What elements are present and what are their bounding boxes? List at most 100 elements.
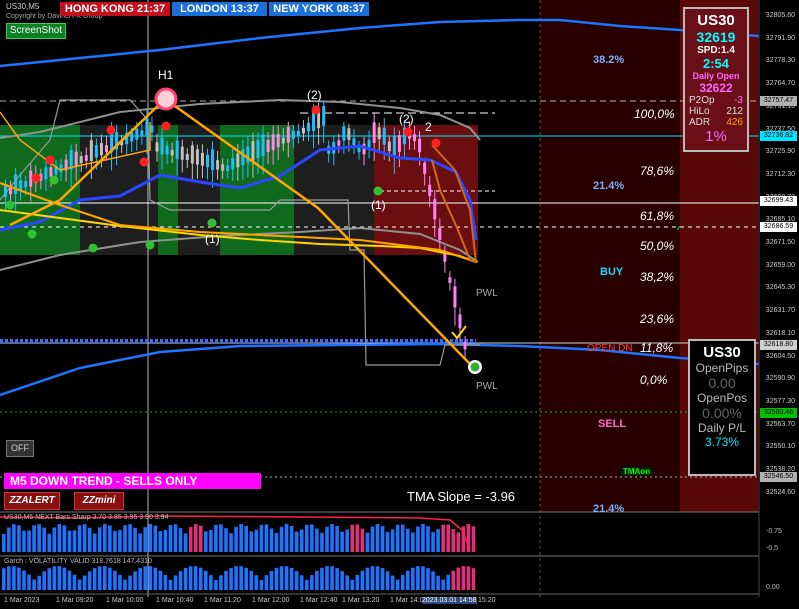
candle-body (458, 314, 462, 329)
volatility-bar (330, 566, 334, 590)
histogram-bar (22, 530, 26, 552)
volatility-bar (2, 568, 6, 590)
histogram-bar (42, 527, 46, 552)
info-row-label: HiLo (689, 106, 710, 117)
info-row-label: P2Op (689, 95, 715, 106)
info-countdown: 2:54 (702, 56, 730, 71)
histogram-bar (113, 530, 117, 552)
info-row-value: 212 (726, 106, 743, 117)
volatility-bar (395, 579, 400, 590)
candle-body (296, 130, 300, 136)
candle-body (382, 127, 386, 145)
time-axis-label: 1 Mar 2023 (4, 597, 40, 604)
fib-500: 50,0% (640, 239, 675, 253)
tma-slope-label: TMA Slope = -3.96 (407, 489, 516, 504)
volatility-bar (350, 579, 355, 590)
candle-body (448, 277, 452, 283)
volatility-bar (390, 575, 395, 590)
histogram-bar (254, 529, 259, 552)
volatility-bar (456, 567, 461, 590)
green-dot-marker (207, 218, 217, 228)
volatility-bar (113, 570, 117, 590)
histogram-bar (27, 530, 31, 552)
screenshot-button[interactable]: ScreenShot (6, 23, 66, 39)
zzalert-button[interactable]: ZZALERT (4, 492, 60, 510)
candle-body (180, 146, 184, 160)
volatility-bar (153, 567, 158, 590)
volatility-bar (173, 575, 178, 590)
volatility-bar (224, 571, 228, 590)
red-dot-marker (106, 125, 116, 135)
clock-new-york: NEW YORK 08:37 (269, 2, 369, 16)
fib-100: 100,0% (634, 107, 675, 121)
volatility-bar (168, 579, 173, 590)
info-price: 32619 (696, 29, 736, 45)
histogram-bar (365, 532, 370, 552)
candle-body (241, 149, 245, 166)
time-axis-label: 1 Mar 13:20 (342, 597, 380, 604)
volatility-bar (32, 579, 36, 590)
swing-low-marker-inner (470, 362, 480, 372)
candle-body (377, 127, 381, 140)
zzmini-button[interactable]: ZZmini (74, 492, 124, 510)
candle-body (418, 138, 422, 153)
histogram-bar (193, 524, 198, 552)
buy-signal: BUY (600, 266, 624, 278)
info-adr-pct: 1% (705, 128, 727, 145)
candle-body (155, 142, 159, 152)
volatility-bar (471, 568, 476, 590)
volatility-bar (451, 570, 456, 590)
volatility-bar (82, 575, 87, 590)
daily-pl-value: 3.73% (704, 435, 740, 449)
candle-body (231, 158, 235, 170)
histogram-bar (62, 525, 67, 552)
volatility-bar (461, 566, 466, 590)
open-pips-label: OpenPips (695, 361, 749, 375)
volatility-bar (148, 566, 153, 590)
position-panel: US30 OpenPips 0.00 OpenPos 0.00% Daily P… (688, 339, 756, 476)
histogram-bar (214, 524, 218, 552)
red-dot-marker (161, 121, 171, 131)
volatility-bar (355, 574, 360, 590)
histogram-bar (37, 524, 41, 552)
candle-body (211, 149, 215, 170)
volatility-bar (37, 575, 41, 590)
volatility-bar (57, 566, 62, 590)
info-symbol: US30 (697, 12, 735, 29)
histogram-bar (360, 528, 365, 552)
histogram-bar (279, 526, 284, 552)
position-symbol: US30 (703, 344, 741, 361)
histogram-bar (289, 525, 294, 552)
volatility-bar (92, 568, 97, 590)
volatility-bar (279, 566, 284, 590)
volatility-bar (406, 570, 410, 590)
histogram-bar (451, 528, 456, 552)
volatility-bar (370, 566, 375, 590)
off-button[interactable]: OFF (6, 440, 34, 457)
volatility-bar (325, 566, 329, 590)
info-row-value: -3 (734, 95, 743, 106)
info-row-label: ADR (689, 117, 711, 128)
volatility-bar (310, 575, 314, 590)
candle-body (413, 134, 417, 142)
volatility-bar (259, 579, 264, 590)
candle-body (99, 143, 103, 156)
volatility-bar (183, 567, 188, 590)
histogram-bar (456, 532, 461, 552)
histogram-bar (7, 527, 11, 552)
volatility-bar (299, 575, 304, 590)
histogram-bar (320, 532, 324, 552)
open-pips-value: 0.00 (708, 375, 736, 391)
volatility-bar (416, 566, 420, 590)
price-axis-label: 32618.10 (765, 329, 795, 337)
green-dot-marker (145, 240, 155, 250)
volatility-bar (284, 566, 289, 590)
candle-body (140, 130, 144, 137)
histogram-bar (138, 533, 142, 552)
price-axis-label: 32645.30 (765, 284, 795, 292)
histogram-bar (395, 524, 400, 552)
histogram-bar (406, 528, 410, 552)
volatility-bar (204, 570, 208, 590)
volatility-bar (27, 574, 31, 590)
volatility-bar (52, 566, 57, 590)
